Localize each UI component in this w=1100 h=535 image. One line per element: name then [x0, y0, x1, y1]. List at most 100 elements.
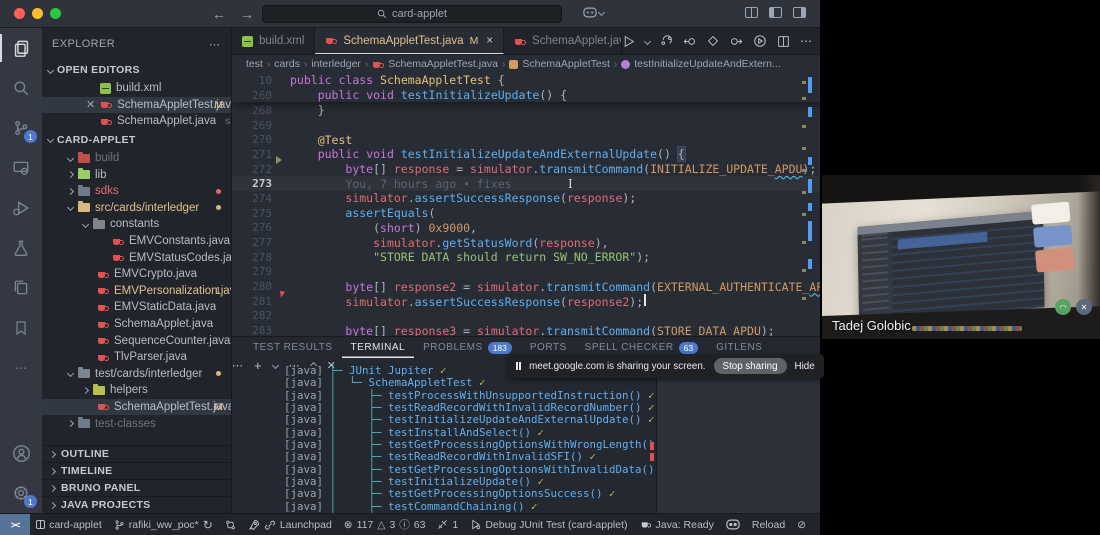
stop-sharing-button[interactable]: Stop sharing — [713, 358, 787, 374]
back-icon[interactable]: ← — [212, 6, 226, 22]
tree-file-item[interactable]: EMVPersonalization.java 1 — [42, 283, 231, 300]
launchpad-item[interactable]: Launchpad — [242, 519, 338, 531]
breadcrumb-item[interactable]: SchemaAppletTest.java — [372, 58, 498, 70]
settings-gear-icon[interactable]: 1 — [0, 473, 42, 513]
tree-file-item[interactable]: EMVCrypto.java — [42, 266, 231, 283]
do-not-disturb-icon[interactable]: ⊘ — [791, 519, 812, 531]
toggle-sidebar-icon[interactable] — [769, 7, 782, 18]
problems-item[interactable]: ⊗ 117 △ 3 ⓘ 63 — [338, 517, 432, 532]
copilot-status-item[interactable] — [720, 519, 746, 530]
source-control-icon[interactable]: 1 — [0, 108, 42, 148]
code-line[interactable]: 269 — [232, 118, 820, 133]
bookmarks-icon[interactable] — [0, 308, 42, 348]
tasks-item[interactable]: 1 — [431, 519, 464, 531]
remote-explorer-icon[interactable] — [0, 148, 42, 188]
editor-tab[interactable]: SchemaAppletTest.java M × — [315, 28, 505, 54]
tree-file-item[interactable]: SchemaApplet.java — [42, 316, 231, 333]
editor-more-icon[interactable]: ⋯ — [800, 34, 812, 48]
open-editors-header[interactable]: OPEN EDITORS — [42, 60, 231, 80]
command-center-search[interactable]: card-applet — [262, 5, 562, 23]
tree-folder-item[interactable]: helpers — [42, 382, 231, 399]
code-line[interactable]: 279 — [232, 265, 820, 280]
run-debug-icon[interactable] — [0, 188, 42, 228]
hide-button[interactable]: Hide — [795, 361, 815, 372]
panel-tab-problems[interactable]: PROBLEMS 183 — [414, 337, 521, 358]
breadcrumb-item[interactable]: testInitializeUpdateAndExtern... — [621, 58, 781, 70]
code-editor[interactable]: 10 public class SchemaAppletTest {260 pub… — [232, 73, 820, 336]
overview-ruler[interactable] — [802, 73, 814, 336]
run-time-icon[interactable] — [753, 34, 767, 48]
sidebar-section-outline[interactable]: OUTLINE — [42, 445, 231, 462]
sidebar-section-timeline[interactable]: TIMELINE — [42, 462, 231, 479]
code-line[interactable]: 273 You, 7 hours ago • fixes I — [232, 176, 820, 192]
tree-file-item[interactable]: TlvParser.java — [42, 349, 231, 366]
terminal-output[interactable]: [java] ├─ JUnit Jupiter ✓ [java] │ └─ Sch… — [232, 358, 656, 513]
tree-folder-item[interactable]: src/cards/interledger — [42, 200, 231, 217]
explorer-more-icon[interactable]: ⋯ — [209, 38, 221, 51]
code-line[interactable]: 275 assertEquals( — [232, 206, 820, 221]
remote-indicator[interactable]: >< — [0, 513, 31, 535]
tree-file-item[interactable]: SchemaAppletTest.java M — [42, 398, 231, 416]
tree-folder-item[interactable]: lib — [42, 166, 231, 183]
panel-tab-test-results[interactable]: TEST RESULTS — [244, 337, 342, 358]
editor-tab[interactable]: build.xml — [232, 28, 316, 54]
code-line[interactable]: 277 simulator.getStatusWord(response), — [232, 235, 820, 250]
tree-file-item[interactable]: SequenceCounter.java — [42, 332, 231, 349]
code-line[interactable]: 268 } — [232, 103, 820, 118]
open-editor-item[interactable]: build.xml — [42, 80, 231, 97]
references-icon[interactable] — [0, 268, 42, 308]
branch-item[interactable]: rafiki_ww_poc* ↻ — [108, 518, 219, 532]
close-icon[interactable]: × — [486, 35, 493, 47]
code-line[interactable]: 271 public void testInitializeUpdateAndE… — [232, 146, 820, 165]
account-icon[interactable] — [0, 433, 42, 473]
run-file-icon[interactable] — [622, 35, 635, 48]
tree-file-item[interactable]: EMVConstants.java — [42, 233, 231, 250]
code-line[interactable]: 280 byte[] response2 = simulator.transmi… — [232, 279, 820, 298]
project-header[interactable]: CARD-APPLET — [42, 130, 231, 150]
open-editor-item[interactable]: SchemaApplet.javasrc/card... — [42, 113, 231, 130]
breadcrumb-item[interactable]: cards — [274, 58, 300, 70]
testing-icon[interactable] — [0, 228, 42, 268]
editor-tab[interactable]: SchemaApplet.java — [504, 28, 623, 54]
code-line[interactable]: 270 @Test — [232, 132, 820, 147]
sticky-code-line[interactable]: 260 public void testInitializeUpdate() { — [232, 88, 820, 103]
sidebar-section-bruno-panel[interactable]: BRUNO PANEL — [42, 479, 231, 496]
tree-file-item[interactable]: EMVStaticData.java — [42, 299, 231, 316]
code-line[interactable]: 283 byte[] response3 = simulator.transmi… — [232, 323, 820, 336]
restart-icon[interactable] — [660, 34, 673, 48]
tree-folder-item[interactable]: build — [42, 150, 231, 167]
explorer-icon[interactable] — [0, 28, 42, 68]
sticky-code-line[interactable]: 10 public class SchemaAppletTest { — [232, 73, 820, 88]
tree-file-item[interactable]: EMVStatusCodes.java — [42, 249, 231, 266]
minimize-window-button[interactable] — [32, 8, 43, 19]
maximize-window-button[interactable] — [50, 8, 61, 19]
diamond-icon[interactable] — [707, 35, 719, 47]
panel-tab-terminal[interactable]: TERMINAL — [342, 337, 415, 358]
gitlens-item[interactable] — [219, 519, 242, 531]
step-back-icon[interactable] — [683, 35, 697, 48]
participant-video-tile[interactable]: ◠ ✕ Tadej Golobic — [822, 175, 1100, 339]
tree-folder-item[interactable]: sdks — [42, 183, 231, 200]
java-status-item[interactable]: Java: Ready — [634, 519, 720, 531]
code-line[interactable]: 274 simulator.assertSuccessResponse(resp… — [232, 191, 820, 206]
code-line[interactable]: 276 (short) 0x9000, — [232, 221, 820, 236]
forward-icon[interactable]: → — [240, 6, 254, 22]
split-editor-icon[interactable] — [777, 35, 790, 48]
code-line[interactable]: 281 simulator.assertSuccessResponse(resp… — [232, 293, 820, 309]
breadcrumb-item[interactable]: SchemaAppletTest — [509, 58, 610, 70]
run-dropdown-icon[interactable] — [644, 37, 652, 45]
more-views-icon[interactable]: ⋯ — [0, 348, 42, 388]
sidebar-section-java-projects[interactable]: JAVA PROJECTS — [42, 496, 231, 513]
search-sidebar-icon[interactable] — [0, 68, 42, 108]
workspace-item[interactable]: card-applet — [30, 519, 108, 531]
toggle-secondary-sidebar-icon[interactable] — [793, 7, 806, 18]
tree-folder-item[interactable]: constants — [42, 216, 231, 233]
debug-status-item[interactable]: Debug JUnit Test (card-applet) — [464, 519, 633, 531]
close-window-button[interactable] — [14, 8, 25, 19]
tree-folder-item[interactable]: test/cards/interledger — [42, 366, 231, 383]
code-line[interactable]: 282 — [232, 309, 820, 324]
step-forward-icon[interactable] — [729, 35, 743, 48]
copilot-menu[interactable] — [583, 7, 606, 18]
code-line[interactable]: 278 "STORE DATA should return SW_NO_ERRO… — [232, 250, 820, 265]
breadcrumb-item[interactable]: interledger — [311, 58, 361, 70]
